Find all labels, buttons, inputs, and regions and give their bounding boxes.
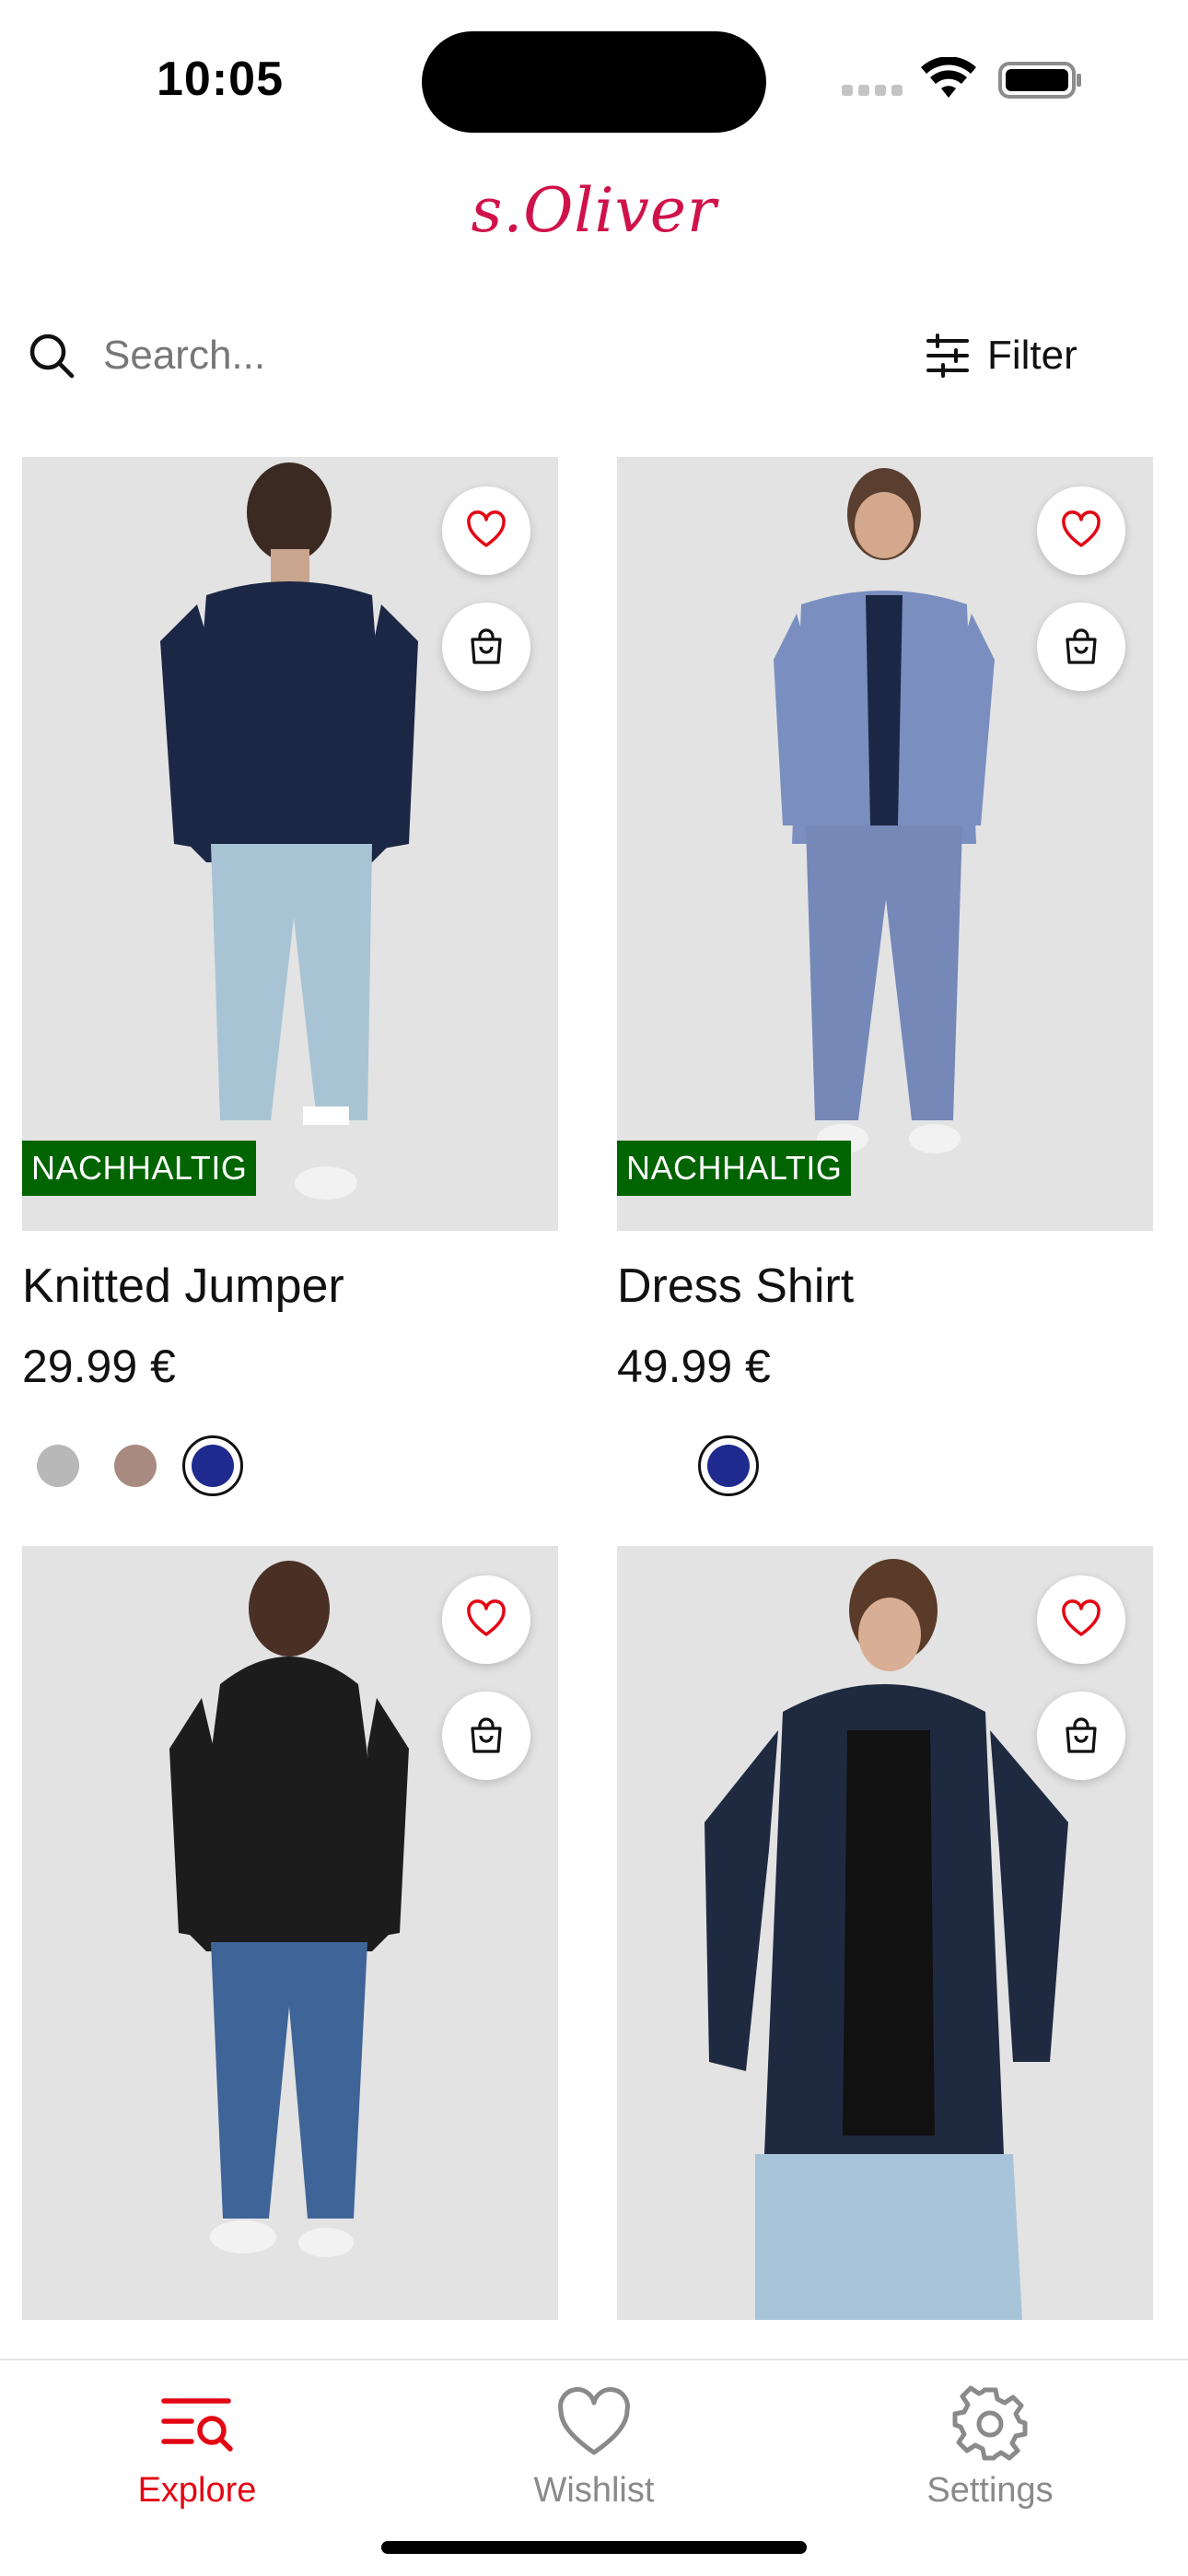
battery-icon bbox=[998, 62, 1081, 99]
cellular-signal-icon bbox=[842, 85, 906, 98]
wifi-icon bbox=[921, 57, 976, 98]
add-to-wishlist-button[interactable] bbox=[442, 1575, 530, 1664]
add-to-cart-button[interactable] bbox=[1037, 1692, 1125, 1780]
search-icon bbox=[29, 334, 75, 379]
color-swatch-grey[interactable] bbox=[37, 1445, 79, 1487]
tab-settings[interactable]: Settings bbox=[852, 2373, 1128, 2512]
product-image[interactable] bbox=[22, 1546, 558, 2320]
sustainability-badge: NACHHALTIG bbox=[22, 1141, 257, 1196]
filter-label: Filter bbox=[987, 333, 1077, 378]
explore-icon bbox=[161, 2398, 233, 2452]
heart-icon bbox=[1062, 510, 1101, 547]
color-swatch-navy-selected[interactable] bbox=[182, 1435, 243, 1496]
color-swatches bbox=[22, 1434, 298, 1498]
color-swatch-taupe[interactable] bbox=[114, 1445, 157, 1487]
brand-logo: s.Oliver bbox=[471, 175, 717, 246]
heart-icon bbox=[467, 510, 506, 547]
shopping-bag-icon bbox=[471, 1717, 502, 1753]
product-image[interactable]: NACHHALTIG bbox=[22, 457, 558, 1231]
product-price: 49.99 € bbox=[617, 1341, 771, 1392]
product-name: Knitted Jumper bbox=[22, 1259, 344, 1313]
add-to-wishlist-button[interactable] bbox=[442, 486, 530, 575]
add-to-cart-button[interactable] bbox=[442, 603, 530, 691]
add-to-cart-button[interactable] bbox=[442, 1692, 530, 1780]
sustainability-badge: NACHHALTIG bbox=[617, 1141, 852, 1196]
home-indicator bbox=[381, 2541, 807, 2554]
shopping-bag-icon bbox=[1066, 1717, 1097, 1753]
tab-label: Settings bbox=[926, 2471, 1054, 2510]
product-image[interactable]: NACHHALTIG bbox=[617, 457, 1153, 1231]
add-to-wishlist-button[interactable] bbox=[1037, 1575, 1125, 1664]
add-to-cart-button[interactable] bbox=[1037, 603, 1125, 691]
tab-label: Wishlist bbox=[533, 2471, 655, 2510]
product-name: Dress Shirt bbox=[617, 1259, 855, 1313]
search-bar: Filter bbox=[0, 313, 1188, 396]
gear-icon bbox=[952, 2385, 1028, 2461]
sliders-icon bbox=[926, 334, 969, 378]
product-price: 29.99 € bbox=[22, 1341, 176, 1392]
status-time: 10:05 bbox=[157, 53, 284, 106]
tab-explore[interactable]: Explore bbox=[59, 2373, 335, 2512]
dynamic-island bbox=[422, 31, 766, 133]
heart-icon bbox=[558, 2387, 630, 2455]
add-to-wishlist-button[interactable] bbox=[1037, 486, 1125, 575]
heart-icon bbox=[1062, 1599, 1101, 1636]
shopping-bag-icon bbox=[471, 628, 502, 664]
heart-icon bbox=[467, 1599, 506, 1636]
status-bar: 10:05 bbox=[0, 0, 1188, 157]
product-image[interactable] bbox=[617, 1546, 1153, 2320]
filter-button[interactable]: Filter bbox=[925, 322, 1077, 389]
tab-label: Explore bbox=[137, 2471, 257, 2510]
tab-wishlist[interactable]: Wishlist bbox=[456, 2373, 732, 2512]
search-input[interactable] bbox=[103, 326, 748, 385]
color-swatches bbox=[617, 1434, 893, 1498]
color-swatch-navy-selected[interactable] bbox=[698, 1435, 759, 1496]
shopping-bag-icon bbox=[1066, 628, 1097, 664]
